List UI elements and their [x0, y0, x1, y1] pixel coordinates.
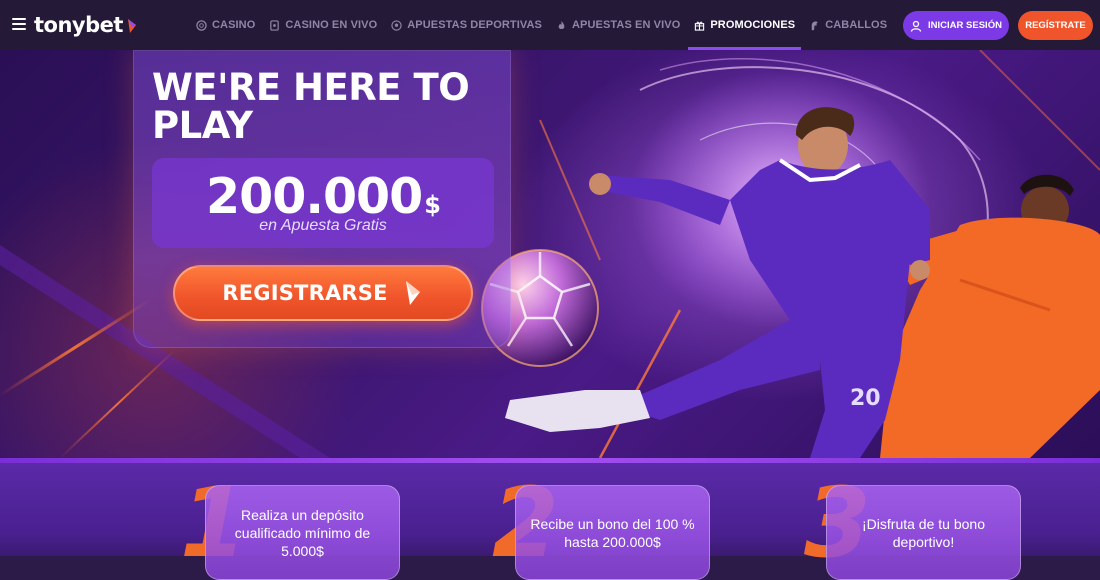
- step-card: ¡Disfruta de tu bono deportivo!: [826, 485, 1021, 580]
- register-label: REGÍSTRATE: [1025, 20, 1086, 31]
- live-flame-icon: [558, 20, 565, 29]
- nav-item-live-betting[interactable]: APUESTAS EN VIVO: [550, 0, 686, 50]
- nav-label: CASINO EN VIVO: [285, 19, 378, 31]
- soccer-ball-icon: [391, 19, 402, 31]
- nav-item-casino[interactable]: CASINO: [190, 0, 261, 50]
- logo-mark-icon: [127, 19, 136, 33]
- nav-item-promotions[interactable]: PROMOCIONES: [688, 0, 802, 50]
- registrarse-button[interactable]: REGISTRARSE: [173, 265, 473, 321]
- bonus-amount-box: 200.000$ en Apuesta Gratis: [152, 158, 494, 248]
- nav-item-live-casino[interactable]: CASINO EN VIVO: [263, 0, 383, 50]
- hero-banner: 20 WE'RE HERE TO PLAY 200.000$ en Apuest…: [0, 50, 1100, 458]
- gift-icon: [695, 21, 705, 31]
- menu-icon[interactable]: [12, 18, 26, 30]
- user-icon: [910, 20, 922, 32]
- nav-label: PROMOCIONES: [710, 19, 796, 31]
- nav-label: CABALLOS: [825, 19, 888, 31]
- bonus-subtitle: en Apuesta Gratis: [259, 217, 387, 234]
- step-3: 3 ¡Disfruta de tu bono deportivo!: [804, 463, 1044, 580]
- tonybet-arrow-icon: [405, 281, 420, 305]
- main-nav: CASINO CASINO EN VIVO APUESTAS DEPORTIVA…: [190, 0, 925, 50]
- step-1: 1 Realiza un depósito cualificado mínimo…: [180, 463, 420, 580]
- nav-item-horses[interactable]: CABALLOS: [803, 0, 893, 50]
- live-casino-icon: [270, 19, 280, 31]
- register-button[interactable]: REGÍSTRATE: [1018, 11, 1093, 40]
- step-card: Recibe un bono del 100 % hasta 200.000$: [515, 485, 710, 580]
- step-2: 2 Recibe un bono del 100 % hasta 200.000…: [492, 463, 732, 580]
- logo[interactable]: tonybet: [34, 13, 138, 37]
- nav-label: APUESTAS DEPORTIVAS: [407, 19, 542, 31]
- nav-label: APUESTAS EN VIVO: [572, 19, 681, 31]
- horse-icon: [811, 20, 818, 30]
- step-card: Realiza un depósito cualificado mínimo d…: [205, 485, 400, 580]
- bonus-currency: $: [424, 191, 441, 219]
- promo-card: WE'RE HERE TO PLAY 200.000$ en Apuesta G…: [133, 50, 511, 348]
- steps-section: 1 Realiza un depósito cualificado mínimo…: [0, 463, 1100, 580]
- cta-label: REGISTRARSE: [222, 281, 388, 305]
- login-button[interactable]: INICIAR SESIÓN: [903, 11, 1009, 40]
- svg-text:20: 20: [850, 386, 881, 411]
- hero-title: WE'RE HERE TO PLAY: [152, 66, 470, 147]
- login-label: INICIAR SESIÓN: [928, 20, 1002, 31]
- casino-chip-icon: [196, 19, 207, 31]
- logo-text: tonybet: [34, 13, 123, 37]
- nav-label: CASINO: [212, 19, 256, 31]
- top-header: tonybet CASINO CASINO EN VIVO APUESTAS D…: [0, 0, 1100, 50]
- nav-item-sports-betting[interactable]: APUESTAS DEPORTIVAS: [385, 0, 548, 50]
